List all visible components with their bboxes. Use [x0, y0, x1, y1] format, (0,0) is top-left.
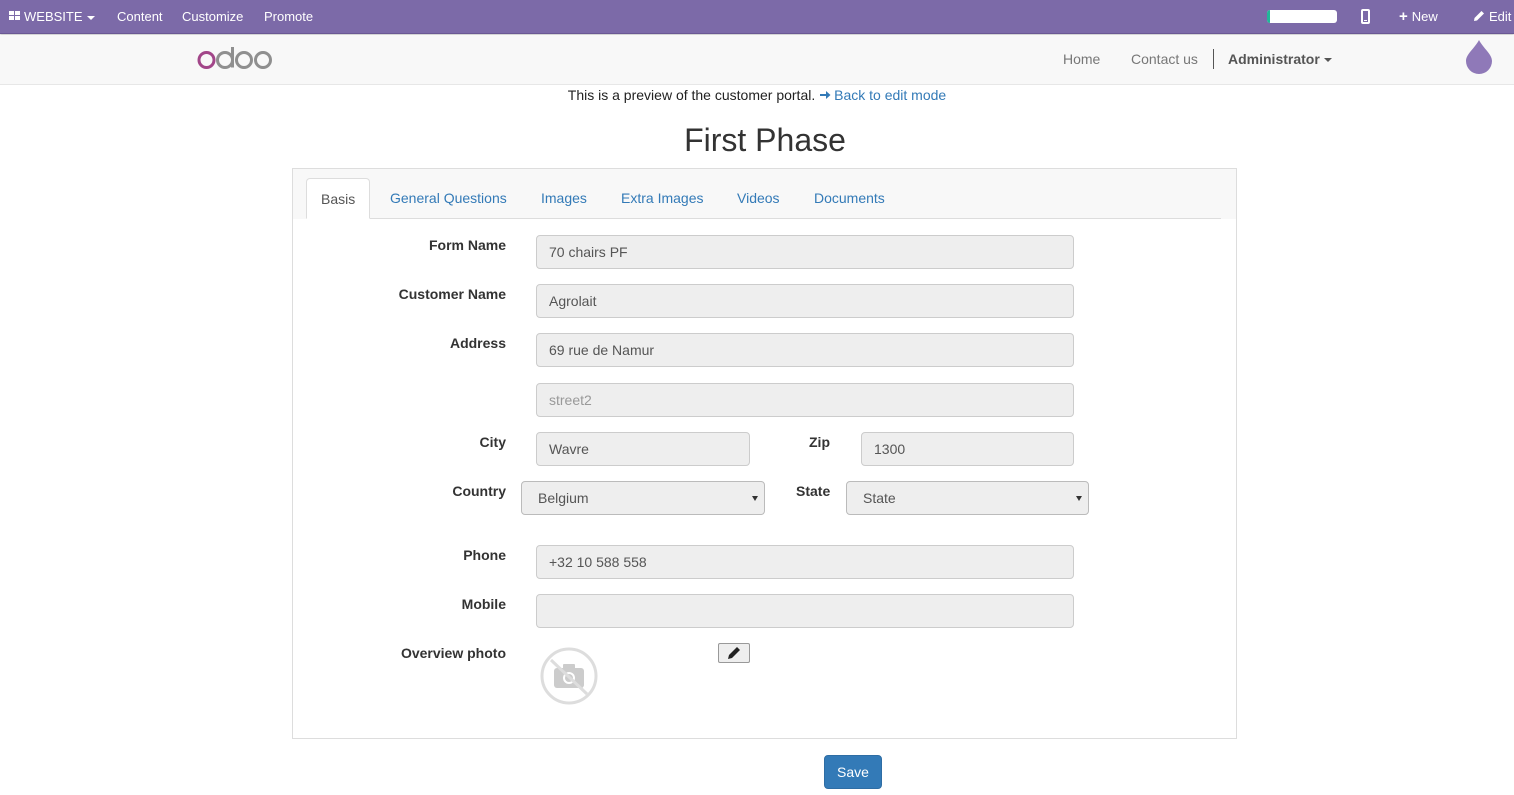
website-menu[interactable]: WEBSITE: [9, 0, 95, 34]
country-select-value: Belgium: [538, 490, 589, 506]
grid-icon: [9, 11, 21, 21]
chevron-down-icon: [86, 15, 95, 20]
no-photo-camera-icon: [540, 647, 598, 705]
pencil-icon: [728, 647, 740, 659]
state-select[interactable]: State: [846, 481, 1089, 515]
phone-label: Phone: [463, 547, 506, 563]
state-select-value: State: [863, 490, 896, 506]
content-menu[interactable]: Content: [117, 0, 163, 34]
country-select[interactable]: Belgium: [521, 481, 765, 515]
tab-basis[interactable]: Basis: [306, 178, 371, 219]
tab-videos[interactable]: Videos: [737, 178, 780, 219]
back-to-edit-label: Back to edit mode: [834, 87, 947, 103]
mobile-label: Mobile: [461, 596, 506, 612]
nav-home[interactable]: Home: [1063, 35, 1100, 85]
tab-general-questions[interactable]: General Questions: [390, 178, 507, 219]
tab-documents[interactable]: Documents: [814, 178, 885, 219]
phone-input[interactable]: +32 10 588 558: [536, 545, 1074, 579]
arrow-right-icon: [820, 91, 831, 99]
chevron-down-icon: [1323, 58, 1332, 63]
odoo-logo[interactable]: [197, 45, 273, 73]
mobile-input[interactable]: [536, 594, 1074, 628]
form-name-label: Form Name: [428, 237, 506, 253]
website-menu-label: WEBSITE: [24, 9, 83, 24]
mobile-preview-icon[interactable]: [1361, 9, 1370, 24]
customer-name-input[interactable]: Agrolait: [536, 284, 1074, 318]
editor-top-bar: WEBSITE Content Customize Promote + New E…: [0, 0, 1514, 34]
preview-text: This is a preview of the customer portal…: [567, 87, 816, 103]
site-header: Home Contact us Administrator: [0, 35, 1514, 85]
promote-menu[interactable]: Promote: [264, 0, 313, 34]
form-name-input[interactable]: 70 chairs PF: [536, 235, 1074, 269]
chevron-down-icon: [752, 496, 758, 501]
tab-images[interactable]: Images: [541, 178, 587, 219]
pencil-icon: [1474, 11, 1484, 21]
zip-input[interactable]: 1300: [861, 432, 1074, 466]
customize-menu[interactable]: Customize: [182, 0, 243, 34]
new-button-label: New: [1411, 9, 1438, 24]
overview-photo-label: Overview photo: [400, 645, 506, 661]
street-input[interactable]: 69 rue de Namur: [536, 333, 1074, 367]
tab-extra-images[interactable]: Extra Images: [621, 178, 703, 219]
page-title: First Phase: [684, 122, 846, 158]
save-button[interactable]: Save: [824, 755, 882, 789]
zip-label: Zip: [809, 434, 830, 450]
plus-icon: +: [1399, 8, 1408, 25]
back-to-edit-link[interactable]: Back to edit mode: [819, 87, 946, 103]
street2-input[interactable]: street2: [536, 383, 1074, 417]
progress-bar-fill: [1267, 10, 1270, 23]
chevron-down-icon: [1076, 496, 1082, 501]
city-label: City: [479, 434, 506, 450]
odoo-drop-icon[interactable]: [1465, 38, 1493, 74]
new-button[interactable]: + New: [1399, 0, 1438, 34]
progress-bar[interactable]: [1267, 10, 1337, 23]
nav-divider: [1213, 49, 1214, 69]
address-label: Address: [449, 335, 506, 351]
edit-button-label: Edit: [1489, 9, 1512, 24]
customer-name-label: Customer Name: [398, 286, 506, 302]
edit-photo-button[interactable]: [718, 643, 750, 663]
state-label: State: [796, 483, 831, 499]
nav-contact-us[interactable]: Contact us: [1131, 35, 1198, 85]
user-menu[interactable]: Administrator: [1228, 35, 1332, 85]
country-label: Country: [452, 483, 506, 499]
edit-button[interactable]: Edit: [1473, 0, 1511, 34]
city-input[interactable]: Wavre: [536, 432, 750, 466]
user-menu-label: Administrator: [1228, 51, 1320, 67]
portal-preview-notice: This is a preview of the customer portal…: [0, 87, 1514, 103]
form-panel: Basis General Questions Images Extra Ima…: [292, 168, 1237, 739]
